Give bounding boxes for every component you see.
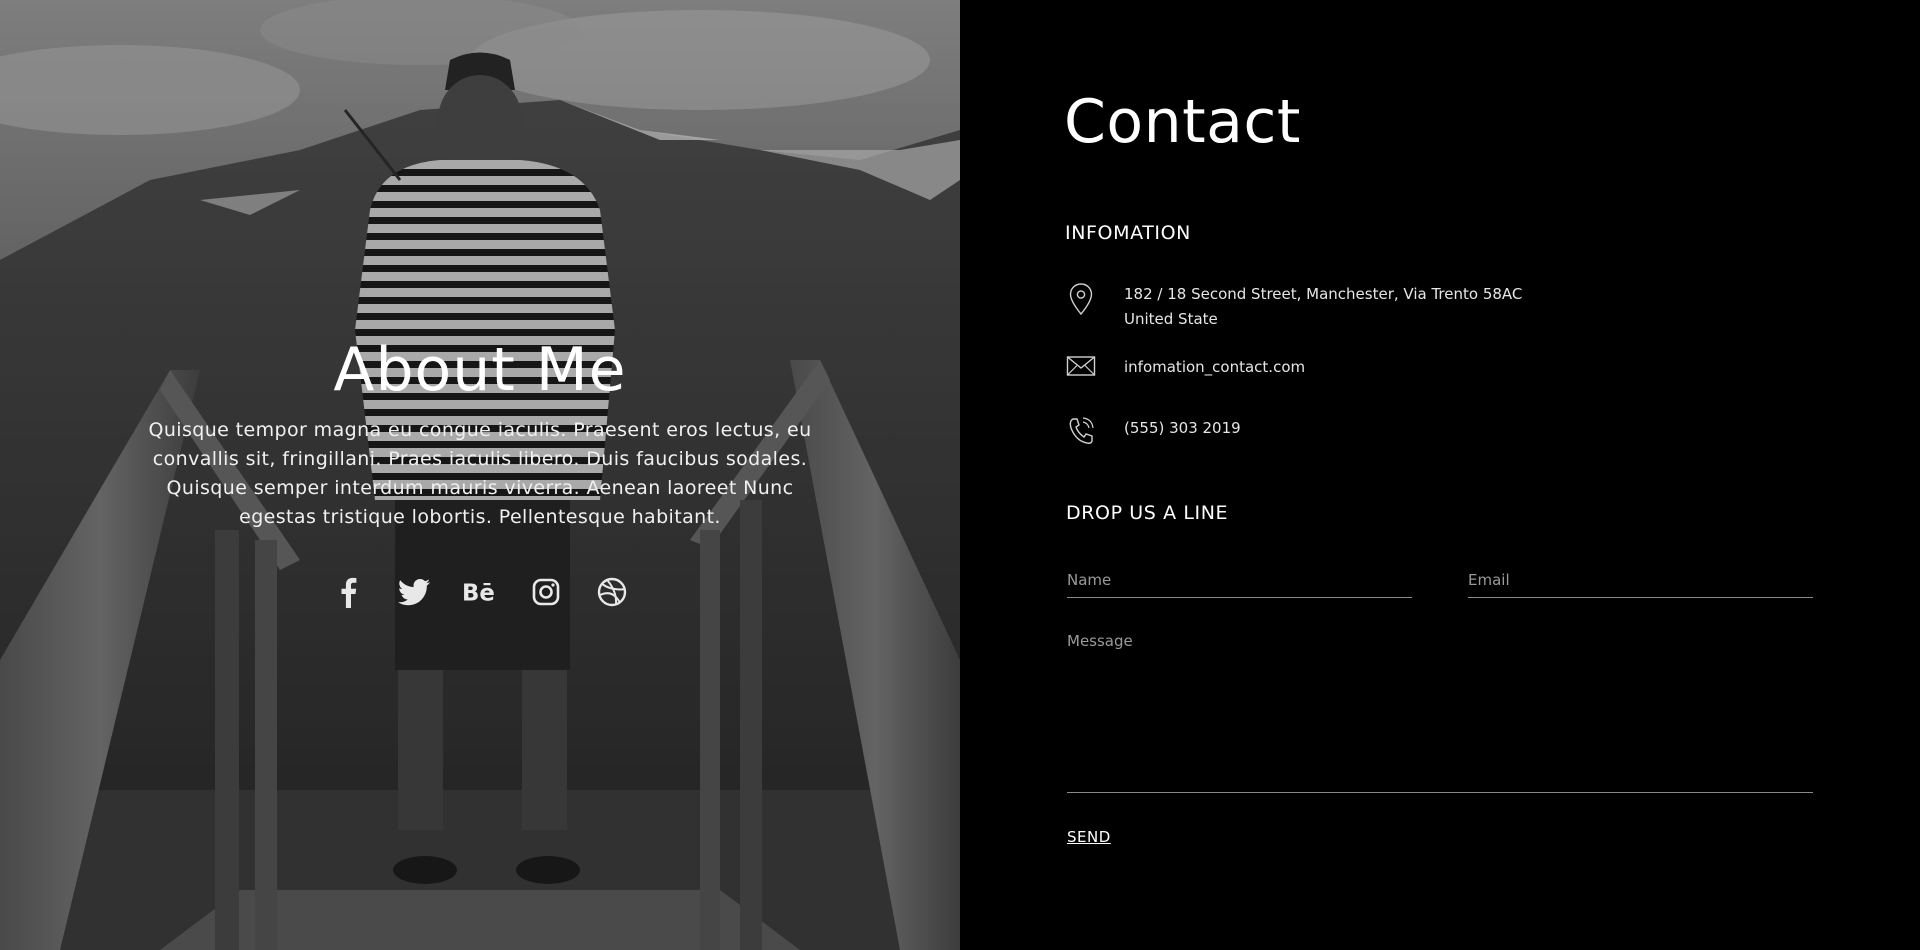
phone-row: (555) 303 2019	[1066, 416, 1241, 450]
about-panel: About Me Quisque tempor magna eu congue …	[0, 0, 960, 950]
about-text: Quisque tempor magna eu congue iaculis. …	[148, 419, 812, 528]
facebook-link[interactable]	[330, 574, 366, 610]
info-heading: INFOMATION	[1065, 222, 1191, 244]
instagram-icon	[532, 578, 560, 606]
behance-link[interactable]: Bē	[462, 574, 498, 610]
about-title: About Me	[333, 335, 627, 405]
address-text: 182 / 18 Second Street, Manchester, Via …	[1124, 282, 1522, 332]
email-input[interactable]	[1468, 562, 1813, 597]
dribbble-link[interactable]	[594, 574, 630, 610]
twitter-link[interactable]	[396, 574, 432, 610]
phone-icon	[1066, 416, 1096, 450]
send-button[interactable]: SEND	[1067, 828, 1111, 846]
behance-icon: Bē	[462, 581, 495, 605]
contact-title: Contact	[1064, 87, 1301, 157]
map-pin-icon	[1066, 282, 1096, 316]
email-field-wrapper	[1468, 562, 1813, 598]
about-content: About Me Quisque tempor magna eu congue …	[0, 330, 960, 610]
dribbble-icon	[597, 577, 627, 607]
page: About Me Quisque tempor magna eu congue …	[0, 0, 1920, 950]
twitter-icon	[398, 579, 430, 606]
email-text[interactable]: infomation_contact.com	[1124, 355, 1305, 380]
svg-text:Bē: Bē	[462, 581, 495, 605]
message-field-wrapper	[1067, 632, 1813, 793]
social-links: Bē	[0, 574, 960, 610]
contact-panel: Contact INFOMATION 182 / 18 Second Stree…	[960, 0, 1920, 950]
message-input[interactable]	[1067, 632, 1813, 792]
facebook-icon	[341, 577, 357, 608]
email-row: infomation_contact.com	[1066, 355, 1305, 389]
name-input[interactable]	[1067, 562, 1412, 597]
instagram-link[interactable]	[528, 574, 564, 610]
name-field-wrapper	[1067, 562, 1412, 598]
address-row: 182 / 18 Second Street, Manchester, Via …	[1066, 282, 1522, 332]
phone-text[interactable]: (555) 303 2019	[1124, 416, 1241, 441]
address-line-1: 182 / 18 Second Street, Manchester, Via …	[1124, 285, 1523, 303]
form-heading: DROP US A LINE	[1066, 502, 1229, 524]
envelope-icon	[1066, 355, 1096, 389]
address-line-2: United State	[1124, 310, 1218, 328]
